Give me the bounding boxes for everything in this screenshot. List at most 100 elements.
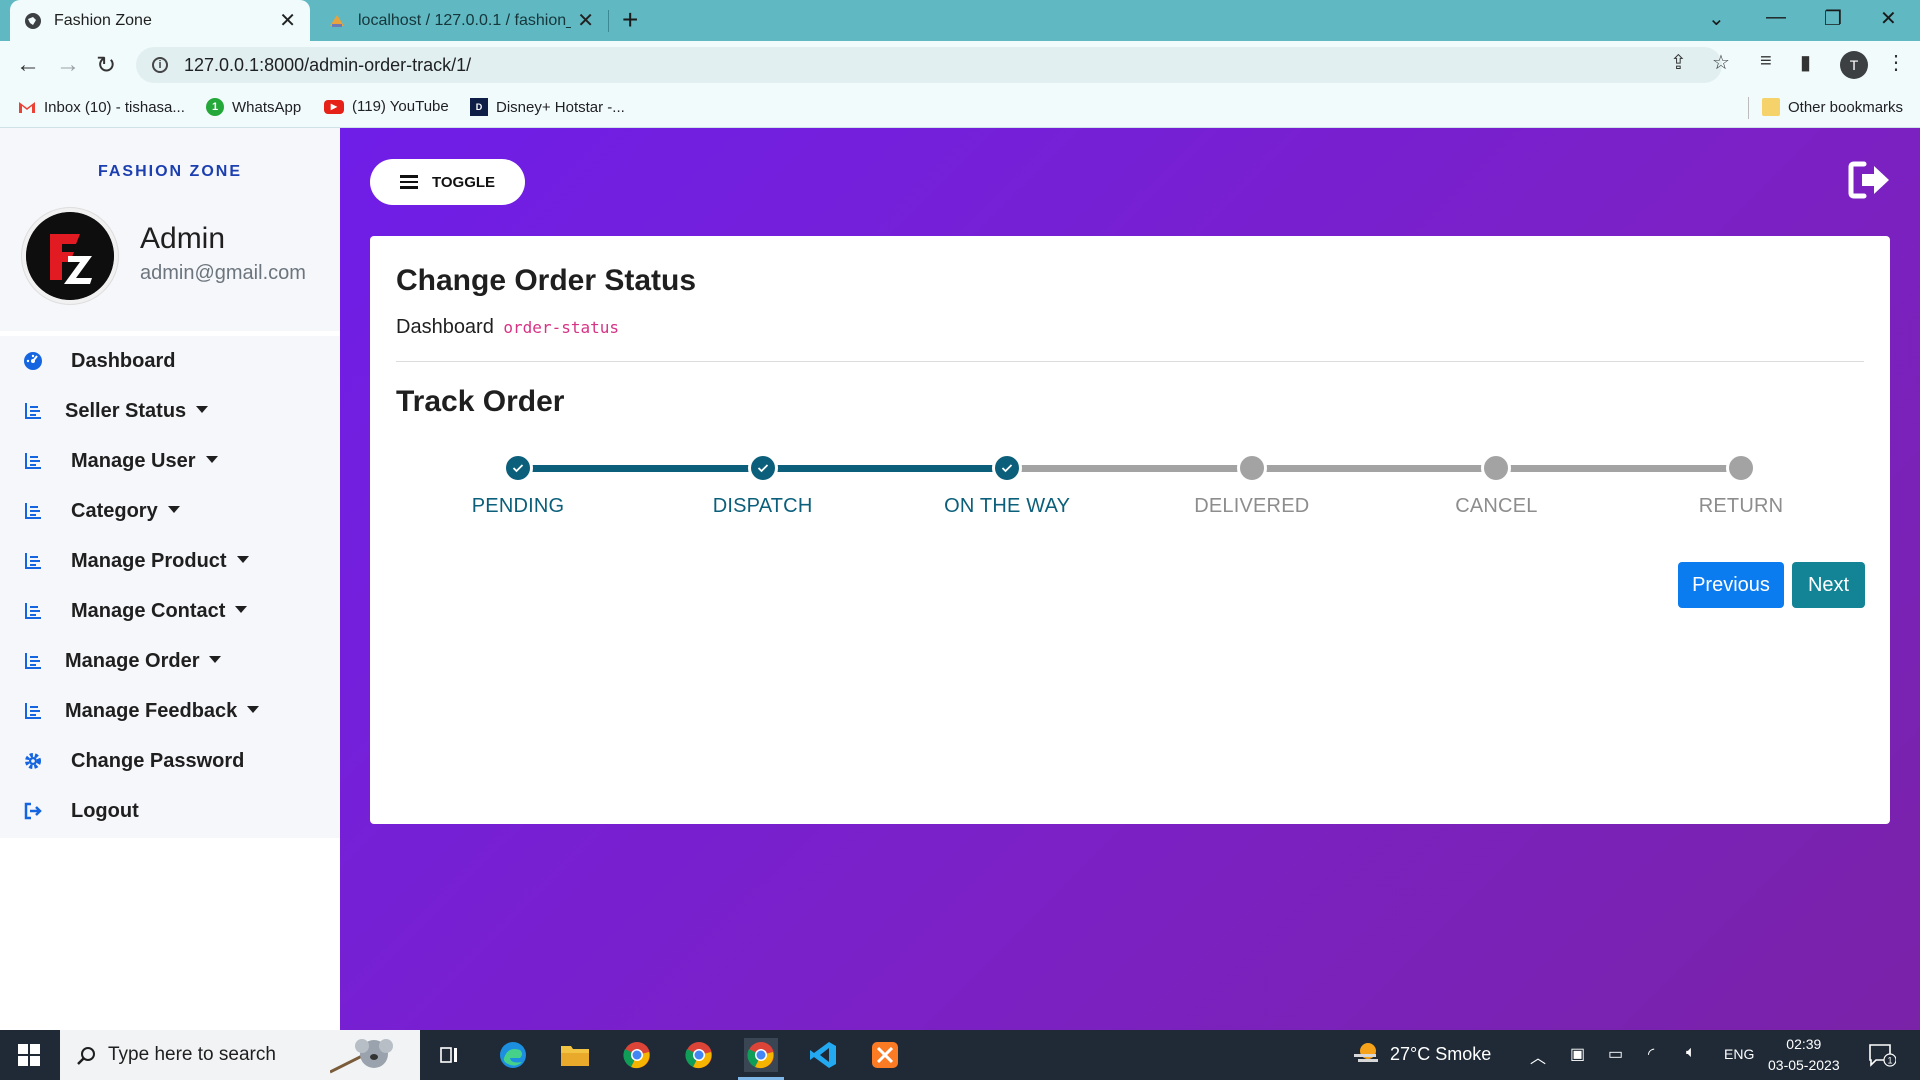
weather-text[interactable]: 27°C Smoke <box>1390 1044 1491 1065</box>
list-icon <box>22 550 44 572</box>
fz-logo-icon <box>26 212 114 300</box>
step-check-icon <box>503 453 533 483</box>
sidebar-item-change-password[interactable]: Change Password <box>0 736 340 786</box>
label-text: Manage Feedback <box>65 699 238 722</box>
close-tab-icon[interactable]: ✕ <box>279 8 296 33</box>
sidebar-item-manage-feedback[interactable]: Manage Feedback <box>0 686 340 736</box>
battery-icon[interactable]: ▭ <box>1608 1044 1623 1064</box>
new-tab-icon[interactable]: + <box>622 4 638 36</box>
bookmark-whatsapp[interactable]: 1 WhatsApp <box>206 98 301 116</box>
bookmark-gmail[interactable]: Inbox (10) - tishasa... <box>18 98 185 116</box>
system-clock[interactable]: 02:39 03-05-2023 <box>1768 1034 1840 1076</box>
sidebar-item-manage-user[interactable]: Manage User <box>0 436 340 486</box>
label-text: Manage Product <box>71 549 227 572</box>
sidebar-item-label: Dashboard <box>71 349 176 372</box>
chrome-icon[interactable] <box>620 1038 654 1072</box>
tab-phpmyadmin[interactable]: localhost / 127.0.0.1 / fashion_zo ✕ <box>316 0 606 41</box>
volume-icon[interactable]: 🔈︎ <box>1686 1044 1696 1062</box>
next-button[interactable]: Next <box>1792 562 1865 608</box>
step-check-icon <box>992 453 1023 483</box>
browser-tab-bar: Fashion Zone ✕ localhost / 127.0.0.1 / f… <box>0 0 1920 41</box>
sidebar-item-label: Manage Order <box>65 649 222 673</box>
file-explorer-icon[interactable] <box>558 1038 592 1072</box>
folder-icon <box>1762 98 1780 116</box>
notifications-icon[interactable]: 1 <box>1868 1042 1897 1073</box>
reload-icon[interactable]: ↻ <box>96 51 116 80</box>
step-label: PENDING <box>471 495 565 517</box>
taskbar-search-input[interactable]: Type here to search <box>60 1030 420 1080</box>
sidebar-item-label: Change Password <box>71 749 245 772</box>
windows-taskbar: Type here to search 27°C Smoke ︿ ▣ ▭ ◜ 🔈… <box>0 1030 1920 1080</box>
card-divider <box>396 361 1864 362</box>
meet-now-icon[interactable]: ▣ <box>1570 1044 1585 1064</box>
brand-title[interactable]: FASHION ZONE <box>0 163 340 181</box>
chevron-up-icon[interactable]: ︿ <box>1530 1044 1546 1068</box>
sidebar-item-dashboard[interactable]: Dashboard <box>0 336 340 386</box>
sidebar-item-manage-product[interactable]: Manage Product <box>0 536 340 586</box>
progress-step: DISPATCH <box>663 453 863 518</box>
close-tab-icon[interactable]: ✕ <box>577 8 594 33</box>
hamburger-icon <box>399 172 418 192</box>
caret-down-icon <box>205 455 218 463</box>
forward-icon[interactable]: → <box>56 51 80 79</box>
sidebar-item-logout[interactable]: Logout <box>0 786 340 836</box>
admin-name: Admin <box>140 222 226 255</box>
tab-separator <box>608 10 609 32</box>
label-text: Manage Order <box>65 649 200 672</box>
url-omnibox[interactable]: i 127.0.0.1:8000/admin-order-track/1/ <box>136 47 1722 83</box>
sidebar-item-manage-order[interactable]: Manage Order <box>0 636 340 686</box>
bookmark-youtube[interactable]: ▶ (119) YouTube <box>324 98 449 115</box>
logout-icon <box>22 800 44 822</box>
reading-list-icon[interactable]: ≡ <box>1760 50 1772 73</box>
tab-title: localhost / 127.0.0.1 / fashion_zo <box>358 11 572 29</box>
vscode-icon[interactable] <box>806 1038 840 1072</box>
progress-step: DELIVERED <box>1152 453 1352 518</box>
sidebar-item-manage-contact[interactable]: Manage Contact <box>0 586 340 636</box>
previous-button[interactable]: Previous <box>1678 562 1784 608</box>
sidebar-item-seller-status[interactable]: Seller Status <box>0 386 340 436</box>
xampp-icon[interactable] <box>868 1038 902 1072</box>
minimize-icon[interactable]: — <box>1766 6 1786 29</box>
side-panel-icon[interactable]: ▮ <box>1800 50 1811 75</box>
windows-start-icon[interactable] <box>18 1044 40 1066</box>
caret-down-icon <box>209 655 222 663</box>
order-progress-stepper: PENDING DISPATCH ON THE WAY DELIVERED CANCEL… <box>370 453 1890 576</box>
chrome-active-window-icon[interactable] <box>738 1038 784 1080</box>
url-text[interactable]: 127.0.0.1:8000/admin-order-track/1/ <box>184 55 471 76</box>
edge-browser-icon[interactable] <box>496 1038 530 1072</box>
breadcrumb-dashboard[interactable]: Dashboard <box>396 316 494 338</box>
sidebar-item-label: Manage Contact <box>71 600 248 623</box>
profile-avatar[interactable]: T <box>1840 51 1868 79</box>
close-window-icon[interactable]: ✕ <box>1880 6 1897 31</box>
tab-title: Fashion Zone <box>54 11 152 29</box>
toggle-sidebar-button[interactable]: TOGGLE <box>370 159 525 205</box>
list-icon <box>22 450 44 472</box>
hotstar-icon: D <box>470 98 488 116</box>
step-label: RETURN <box>1698 495 1784 517</box>
task-view-icon[interactable] <box>432 1038 466 1072</box>
step-check-icon <box>747 453 778 483</box>
other-bookmarks[interactable]: Other bookmarks <box>1762 98 1903 116</box>
site-info-icon[interactable]: i <box>152 57 168 73</box>
kebab-menu-icon[interactable]: ⋮ <box>1886 50 1906 75</box>
bookmark-star-icon[interactable]: ☆ <box>1712 50 1730 75</box>
language-indicator[interactable]: ENG <box>1724 1046 1754 1062</box>
wifi-icon[interactable]: ◜ <box>1648 1044 1654 1064</box>
bookmark-label: (119) YouTube <box>352 98 449 115</box>
sidebar-item-category[interactable]: Category <box>0 486 340 536</box>
back-icon[interactable]: ← <box>16 51 40 79</box>
restore-icon[interactable]: ❐ <box>1824 6 1842 31</box>
bookmarks-bar: Inbox (10) - tishasa... 1 WhatsApp ▶ (11… <box>0 89 1920 128</box>
chrome-profile-icon[interactable] <box>682 1038 716 1072</box>
tab-search-icon[interactable]: ⌄ <box>1708 6 1725 31</box>
weather-icon[interactable] <box>1352 1040 1382 1073</box>
list-icon <box>22 700 44 722</box>
share-icon[interactable]: ⇪ <box>1670 50 1687 75</box>
bookmark-hotstar[interactable]: D Disney+ Hotstar -... <box>470 98 625 116</box>
gmail-icon <box>18 98 36 116</box>
progress-step: RETURN <box>1641 453 1841 518</box>
logout-icon[interactable] <box>1848 160 1892 200</box>
tab-fashion-zone[interactable]: Fashion Zone ✕ <box>10 0 310 41</box>
phpmyadmin-icon <box>328 12 346 30</box>
bookmark-label: WhatsApp <box>232 98 302 116</box>
